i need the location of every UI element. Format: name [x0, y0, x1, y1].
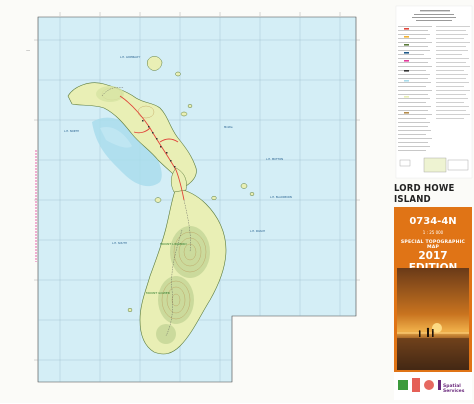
map-title: LORD HOWE ISLAND — [394, 183, 455, 205]
map-sheet: L.H. ADMIRALTY Middle L.H. MUTTON L.H. B… — [0, 0, 474, 403]
svg-text:L.H. ROACH: L.H. ROACH — [250, 229, 265, 233]
svg-text:L.H. NORTH: L.H. NORTH — [64, 129, 79, 133]
svg-text:Middle: Middle — [224, 125, 233, 129]
waratah-logo — [424, 380, 434, 390]
gda-logo — [398, 380, 408, 390]
map-cover-sidebar: LORD HOWE ISLAND 0734-4N 1 : 25 000 SPEC… — [394, 4, 472, 400]
nsw-gov-logo — [412, 378, 420, 392]
svg-text:MOUNT LIDGBIRD: MOUNT LIDGBIRD — [160, 242, 187, 246]
svg-text:MOUNT GOWER: MOUNT GOWER — [146, 291, 170, 295]
svg-text:L.H. BLACKBURN: L.H. BLACKBURN — [270, 195, 292, 199]
left-margin-label: │ — [26, 50, 30, 52]
svg-text:L.H. MUTTON: L.H. MUTTON — [266, 157, 283, 161]
svg-text:L.H. SOUTH: L.H. SOUTH — [112, 241, 127, 245]
publisher-name: Spatial Services — [443, 384, 465, 394]
map-scale: 1 : 25 000 — [422, 230, 444, 235]
svg-text:L.H. ADMIRALTY: L.H. ADMIRALTY — [120, 55, 141, 59]
map-series: SPECIAL TOPOGRAPHIC MAP — [400, 240, 466, 250]
sunset-beach-image — [397, 268, 469, 370]
map-code: 0734-4N — [409, 216, 457, 227]
cover-photo — [397, 268, 469, 370]
